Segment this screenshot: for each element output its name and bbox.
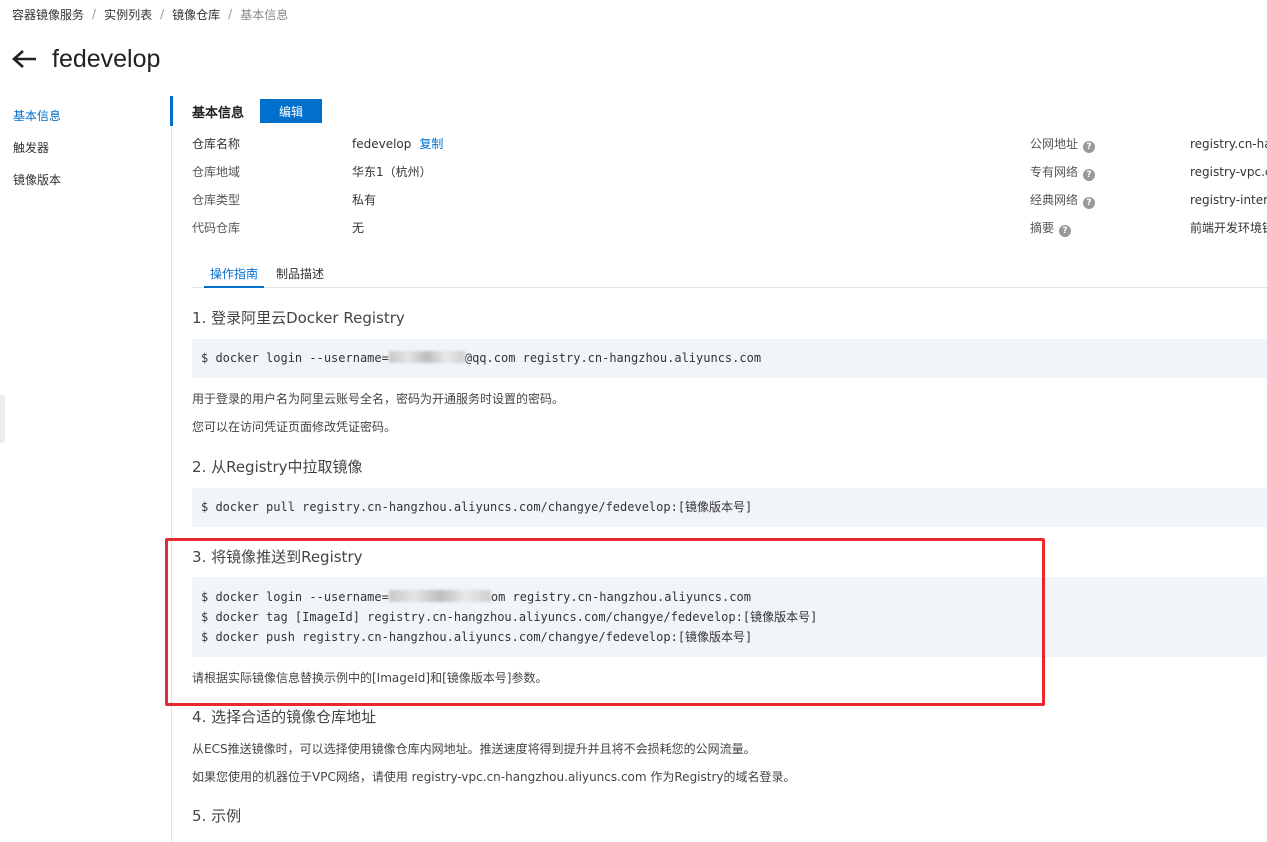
- tab-guide[interactable]: 操作指南: [204, 264, 264, 288]
- info-value-repo-name: fedevelop 复制: [352, 134, 443, 154]
- summary-label: 摘要: [1030, 221, 1055, 235]
- info-label-type: 仓库类型: [192, 193, 241, 207]
- basic-info-header: 基本信息 编辑: [192, 98, 323, 124]
- help-icon[interactable]: ?: [1083, 141, 1096, 153]
- step1-code-block: $ docker login --username= @qq.com regist…: [192, 339, 1267, 378]
- step1-command: $ docker login --username= @qq.com regist…: [201, 348, 1258, 368]
- cmd-prefix: $ docker login --username=: [201, 351, 389, 365]
- step2-title: 2. 从Registry中拉取镜像: [192, 458, 363, 476]
- cmd-suffix: om registry.cn-hangzhou.aliyuncs.com: [490, 590, 751, 604]
- classic-network-label: 经典网络: [1030, 193, 1079, 207]
- info-value-type: 私有: [352, 193, 377, 207]
- info-label-public-address: 公网地址?: [1030, 134, 1096, 154]
- info-value-region: 华东1（杭州）: [352, 165, 432, 179]
- title-row: fedevelop: [12, 40, 160, 78]
- vpc-label: 专有网络: [1030, 165, 1079, 179]
- section-title: 基本信息: [192, 105, 245, 121]
- step3-command-login: $ docker login --username= om registry.cn…: [201, 587, 1258, 607]
- public-address-label: 公网地址: [1030, 137, 1079, 151]
- sidebar-active-indicator: [170, 96, 173, 126]
- help-icon[interactable]: ?: [1083, 169, 1096, 181]
- info-value-summary: 前端开发环境镜: [1190, 221, 1267, 235]
- copy-link[interactable]: 复制: [419, 137, 443, 151]
- breadcrumb-separator: /: [92, 7, 97, 21]
- info-label-classic-network: 经典网络?: [1030, 190, 1096, 210]
- step3-title: 3. 将镜像推送到Registry: [192, 548, 363, 566]
- sidebar-item-triggers[interactable]: 触发器: [0, 132, 172, 164]
- back-arrow-icon[interactable]: [12, 49, 38, 69]
- step1-title: 1. 登录阿里云Docker Registry: [192, 309, 405, 327]
- step4-note-2: 如果您使用的机器位于VPC网络，请使用 registry-vpc.cn-hang…: [192, 770, 796, 784]
- sidebar-item-basic-info[interactable]: 基本信息: [0, 100, 172, 132]
- breadcrumb-item-repos[interactable]: 镜像仓库: [172, 6, 220, 23]
- info-label-vpc: 专有网络?: [1030, 162, 1096, 182]
- breadcrumb: 容器镜像服务 / 实例列表 / 镜像仓库 / 基本信息: [12, 5, 288, 23]
- info-label-repo-name: 仓库名称: [192, 137, 241, 151]
- step3-command-push: $ docker push registry.cn-hangzhou.aliyu…: [201, 630, 753, 644]
- step4-title: 4. 选择合适的镜像仓库地址: [192, 708, 377, 726]
- step1-note-2: 您可以在访问凭证页面修改凭证密码。: [192, 420, 397, 434]
- breadcrumb-item-service[interactable]: 容器镜像服务: [12, 6, 84, 23]
- step5-title: 5. 示例: [192, 807, 242, 825]
- step2-code-block: $ docker pull registry.cn-hangzhou.aliyu…: [192, 488, 1267, 527]
- breadcrumb-separator: /: [228, 7, 233, 21]
- tab-artifact-description[interactable]: 制品描述: [276, 264, 324, 288]
- info-value-public-address: registry.cn-han: [1190, 137, 1267, 151]
- info-label-code-repo: 代码仓库: [192, 221, 241, 235]
- sidebar-divider: [171, 96, 172, 842]
- cmd-prefix: $ docker login --username=: [201, 590, 389, 604]
- step3-code-block: $ docker login --username= om registry.cn…: [192, 577, 1267, 657]
- page-title: fedevelop: [52, 44, 161, 73]
- step3-note: 请根据实际镜像信息替换示例中的[ImageId]和[镜像版本号]参数。: [192, 671, 548, 685]
- sidebar-item-image-versions[interactable]: 镜像版本: [0, 164, 172, 196]
- redacted-username: [388, 590, 491, 602]
- step4-note-1: 从ECS推送镜像时，可以选择使用镜像仓库内网地址。推送速度将得到提升并且将不会损…: [192, 742, 756, 756]
- help-icon[interactable]: ?: [1083, 197, 1096, 209]
- edit-button[interactable]: 编辑: [260, 99, 323, 123]
- info-label-summary: 摘要?: [1030, 218, 1072, 238]
- guide-tabs: 操作指南 制品描述: [192, 264, 1267, 288]
- sidebar-nav: 基本信息 触发器 镜像版本: [0, 100, 172, 196]
- info-value-code-repo: 无: [352, 221, 365, 235]
- breadcrumb-item-instances[interactable]: 实例列表: [104, 6, 152, 23]
- info-value-classic-network: registry-interna: [1190, 193, 1267, 207]
- repo-name-value: fedevelop: [352, 137, 412, 151]
- breadcrumb-separator: /: [160, 7, 165, 21]
- collapse-handle[interactable]: [0, 395, 5, 443]
- info-label-region: 仓库地域: [192, 165, 241, 179]
- cmd-suffix: @qq.com registry.cn-hangzhou.aliyuncs.co…: [464, 351, 762, 365]
- info-value-vpc: registry-vpc.cn: [1190, 165, 1267, 179]
- redacted-username: [388, 351, 465, 363]
- step1-note-1: 用于登录的用户名为阿里云账号全名，密码为开通服务时设置的密码。: [192, 392, 565, 406]
- breadcrumb-item-current: 基本信息: [240, 7, 289, 22]
- step2-command: $ docker pull registry.cn-hangzhou.aliyu…: [201, 500, 753, 514]
- step3-command-tag: $ docker tag [ImageId] registry.cn-hangz…: [201, 610, 818, 624]
- help-icon[interactable]: ?: [1059, 225, 1072, 237]
